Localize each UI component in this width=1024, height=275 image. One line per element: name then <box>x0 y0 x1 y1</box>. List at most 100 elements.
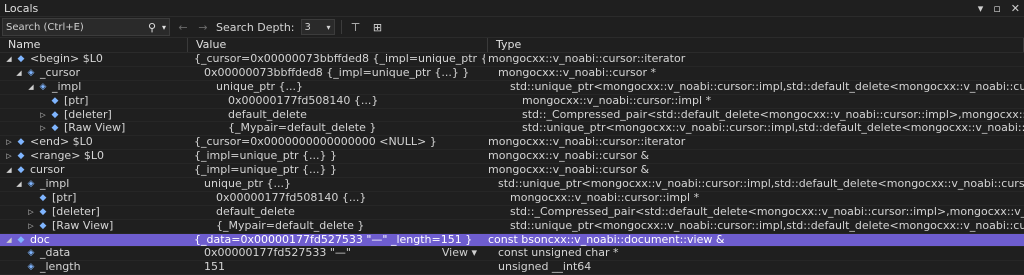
value-cell[interactable]: {_impl=unique_ptr {...} } <box>191 150 485 163</box>
value-cell[interactable]: default_delete <box>225 109 519 122</box>
window-controls: ▾ ▫ ✕ <box>978 2 1020 15</box>
name-cell: ▷ ◆ [Raw View] <box>0 122 225 135</box>
value-cell[interactable]: {_cursor=0x0000000000000000 <NULL> } <box>191 136 485 149</box>
expand-open-icon[interactable]: ◢ <box>14 178 24 191</box>
type-cell: mongocxx::v_noabi::cursor & <box>488 164 650 177</box>
tree-row[interactable]: ▷ ◆ [Raw View] {_Mypair=default_delete } std… <box>0 220 1024 234</box>
value-cell[interactable]: 0x00000177fd508140 {...} <box>225 95 519 108</box>
expand-open-icon[interactable]: ◢ <box>4 164 14 177</box>
tree-row[interactable]: ◈ _length 151 unsigned __int64 <box>0 261 1024 275</box>
search-input[interactable] <box>3 20 145 34</box>
value-cell[interactable]: 0x00000177fd527533 "—" View ▾ <box>201 247 495 260</box>
type-cell: mongocxx::v_noabi::cursor::impl * <box>510 191 700 204</box>
value-cell[interactable]: unique_ptr {...} <box>201 178 495 191</box>
value-cell[interactable]: {_impl=unique_ptr {...} } <box>191 164 485 177</box>
variable-value: 0x00000177fd508140 {...} <box>228 94 379 107</box>
tree-row[interactable]: ◢ ◈ _cursor 0x00000073bbffded8 {_impl=uniqu… <box>0 67 1024 81</box>
tree-row[interactable]: ◆ [ptr] 0x00000177fd508140 {...} mongocxx::… <box>0 95 1024 109</box>
expand-closed-icon[interactable]: ▷ <box>4 150 14 163</box>
expand-closed-icon[interactable]: ▷ <box>38 122 48 135</box>
expand-open-icon[interactable]: ◢ <box>14 67 24 80</box>
search-options-chevron-icon[interactable]: ▾ <box>159 23 169 32</box>
tree-row[interactable]: ▷ ◆ [deleter] default_delete std::_Compresse… <box>0 206 1024 220</box>
field-icon: ◈ <box>27 262 35 273</box>
variable-name: [ptr] <box>52 191 77 204</box>
tree-row[interactable]: ◆ [ptr] 0x00000177fd508140 {...} mongocxx::… <box>0 192 1024 206</box>
expand-closed-icon[interactable]: ▷ <box>26 206 36 219</box>
type-cell: std::unique_ptr<mongocxx::v_noabi::curso… <box>510 219 1024 232</box>
type-cell: const bsoncxx::v_noabi::document::view & <box>488 233 725 246</box>
column-value[interactable]: Value <box>188 38 488 52</box>
variable-name: <range> $L0 <box>30 150 105 163</box>
expand-open-icon[interactable]: ◢ <box>4 53 14 66</box>
name-cell: ◢ ◆ cursor <box>0 164 191 177</box>
value-cell[interactable]: 0x00000177fd508140 {...} <box>213 192 507 205</box>
value-cell[interactable]: {_data=0x00000177fd527533 "—" _length=15… <box>191 234 485 247</box>
field-icon: ◈ <box>39 81 47 92</box>
name-cell: ◢ ◈ _cursor <box>0 67 201 80</box>
value-cell[interactable]: 151 <box>201 261 495 274</box>
tree-row[interactable]: ◈ _data 0x00000177fd527533 "—" View ▾ const … <box>0 247 1024 262</box>
variable-value: {_impl=unique_ptr {...} } <box>194 164 338 177</box>
tree-row[interactable]: ◢ ◆ cursor {_impl=unique_ptr {...} } mongocx… <box>0 164 1024 179</box>
value-cell[interactable]: default_delete <box>213 206 507 219</box>
type-cell: std::unique_ptr<mongocxx::v_noabi::curso… <box>522 122 1024 135</box>
expand-closed-icon[interactable]: ▷ <box>38 109 48 122</box>
name-cell: ◢ ◆ <begin> $L0 <box>0 53 191 66</box>
maximize-icon[interactable]: ▫ <box>993 2 1000 15</box>
value-cell[interactable]: {_cursor=0x00000073bbffded8 {_impl=uniqu… <box>191 53 485 66</box>
window-titlebar: Locals ▾ ▫ ✕ <box>0 0 1024 16</box>
variable-value: {_Mypair=default_delete } <box>216 219 365 232</box>
variable-value: 0x00000177fd508140 {...} <box>216 191 367 204</box>
back-arrow-icon[interactable]: ← <box>176 21 190 34</box>
pin-icon[interactable]: ⊤ <box>348 21 364 34</box>
variable-icon: ◆ <box>17 234 25 245</box>
tree-row[interactable]: ◢ ◆ <begin> $L0 {_cursor=0x00000073bbffded8… <box>0 53 1024 67</box>
variable-value: unique_ptr {...} <box>216 80 304 93</box>
variable-name: _impl <box>52 80 82 93</box>
value-cell[interactable]: {_Mypair=default_delete } <box>213 220 507 233</box>
type-cell: mongocxx::v_noabi::cursor::iterator <box>488 53 686 65</box>
toolbar: ⚲ ▾ ← → Search Depth: 3 ▾ ⊤ ⊞ <box>0 16 1024 37</box>
column-name[interactable]: Name <box>0 38 188 52</box>
visualizer-view-button[interactable]: View ▾ <box>442 247 495 260</box>
type-cell: mongocxx::v_noabi::cursor & <box>488 150 650 163</box>
variable-value: 0x00000073bbffded8 {_impl=unique_ptr {..… <box>204 66 470 79</box>
variable-value: default_delete <box>216 205 295 218</box>
variable-name: [deleter] <box>64 108 112 121</box>
tree-row[interactable]: ▷ ◆ [Raw View] {_Mypair=default_delete } std… <box>0 122 1024 137</box>
expand-open-icon[interactable]: ◢ <box>26 81 36 94</box>
search-icon[interactable]: ⚲ <box>145 21 159 34</box>
type-cell: mongocxx::v_noabi::cursor * <box>498 66 657 79</box>
variable-name: _length <box>40 261 81 274</box>
variable-name: _cursor <box>40 66 81 79</box>
field-icon: ◈ <box>27 248 35 259</box>
tree-row[interactable]: ▷ ◆ [deleter] default_delete std::_Compresse… <box>0 109 1024 123</box>
value-cell[interactable]: {_Mypair=default_delete } <box>225 122 519 135</box>
tree-row[interactable]: ◢ ◈ _impl unique_ptr {...} std::unique_ptr<m… <box>0 81 1024 95</box>
forward-arrow-icon[interactable]: → <box>196 21 210 34</box>
column-type[interactable]: Type <box>488 38 1024 52</box>
tree-row[interactable]: ▷ ◆ <range> $L0 {_impl=unique_ptr {...} } mo… <box>0 150 1024 165</box>
name-cell: ◢ ◈ _impl <box>0 178 201 191</box>
expand-closed-icon[interactable]: ▷ <box>4 136 14 149</box>
name-cell: ◈ _length <box>0 261 201 274</box>
name-cell: ◆ [ptr] <box>0 95 225 108</box>
tree-row[interactable]: ▷ ◆ <end> $L0 {_cursor=0x0000000000000000 <… <box>0 136 1024 151</box>
variable-value: default_delete <box>228 108 307 121</box>
variable-value: {_data=0x00000177fd527533 "—" _length=15… <box>194 233 473 246</box>
value-cell[interactable]: 0x00000073bbffded8 {_impl=unique_ptr {..… <box>201 67 495 80</box>
dropdown-icon[interactable]: ▾ <box>978 2 984 15</box>
expand-open-icon[interactable]: ◢ <box>4 234 14 247</box>
close-icon[interactable]: ✕ <box>1011 2 1020 15</box>
variable-value: {_cursor=0x0000000000000000 <NULL> } <box>194 136 437 149</box>
tree-row[interactable]: ◢ ◆ doc {_data=0x00000177fd527533 "—" _leng… <box>0 233 1024 248</box>
search-depth-select[interactable]: 3 ▾ <box>300 19 335 35</box>
expand-closed-icon[interactable]: ▷ <box>26 220 36 233</box>
variable-name: doc <box>30 233 50 246</box>
variable-name: [Raw View] <box>52 219 114 232</box>
value-cell[interactable]: unique_ptr {...} <box>213 81 507 94</box>
tree-row[interactable]: ◢ ◈ _impl unique_ptr {...} std::unique_ptr<m… <box>0 178 1024 192</box>
field-icon: ◈ <box>27 179 35 190</box>
hierarchy-icon[interactable]: ⊞ <box>370 21 386 34</box>
